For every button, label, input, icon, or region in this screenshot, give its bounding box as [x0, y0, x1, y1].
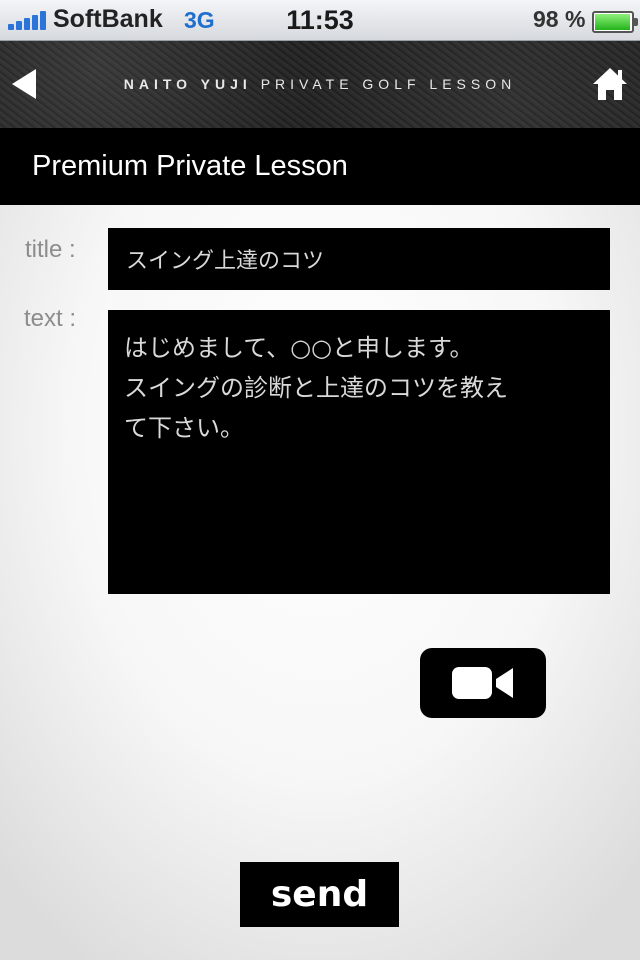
video-attach-button[interactable] [420, 648, 546, 718]
status-bar: SoftBank 3G 11:53 98 % [0, 0, 640, 41]
home-icon [593, 68, 627, 100]
app-title: NAITO YUJI PRIVATE GOLF LESSON [0, 76, 640, 92]
title-input[interactable] [108, 228, 610, 290]
send-button[interactable]: send [240, 862, 399, 927]
battery-icon [592, 11, 638, 33]
title-label: title : [25, 236, 76, 263]
app-title-rest: PRIVATE GOLF LESSON [251, 76, 517, 92]
section-title: Premium Private Lesson [32, 150, 348, 182]
home-button[interactable] [592, 66, 628, 102]
nav-header: NAITO YUJI PRIVATE GOLF LESSON [0, 41, 640, 128]
text-input[interactable]: はじめまして、○○と申します。 スイングの診断と上達のコツを教え て下さい。 [108, 310, 610, 594]
app-title-strong: NAITO YUJI [123, 76, 252, 92]
battery-percent: 98 % [533, 6, 586, 32]
text-label: text : [24, 305, 77, 332]
section-header: Premium Private Lesson [0, 128, 640, 205]
video-camera-icon [452, 667, 513, 699]
